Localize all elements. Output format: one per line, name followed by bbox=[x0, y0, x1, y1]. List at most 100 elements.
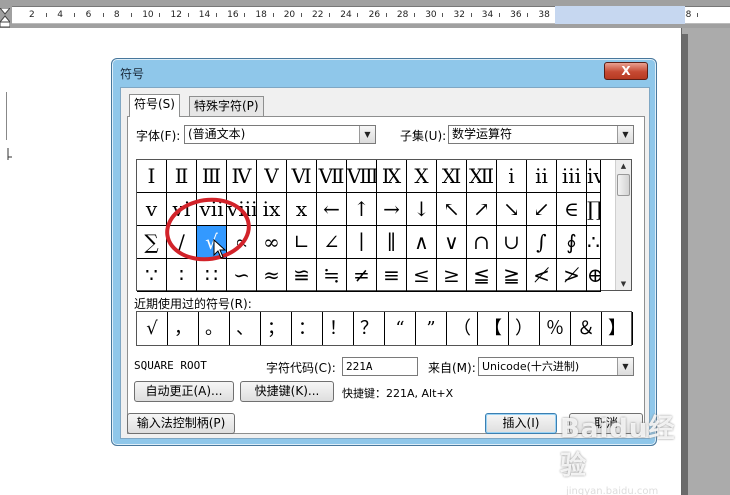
symbol-cell[interactable]: ↓ bbox=[407, 193, 437, 226]
symbol-cell[interactable]: ∨ bbox=[437, 226, 467, 259]
symbol-cell[interactable]: ⅱ bbox=[527, 160, 557, 193]
recent-symbol-cell[interactable]: ？ bbox=[354, 312, 385, 345]
symbol-cell[interactable]: ∴ bbox=[587, 226, 601, 259]
symbol-cell[interactable]: ∈ bbox=[557, 193, 587, 226]
ruler-tick bbox=[272, 13, 274, 17]
recent-symbol-cell[interactable]: 、 bbox=[230, 312, 261, 345]
symbol-cell[interactable]: ≈ bbox=[257, 259, 287, 292]
symbol-cell[interactable]: ∶ bbox=[167, 259, 197, 292]
symbol-cell[interactable]: ∮ bbox=[557, 226, 587, 259]
symbol-cell[interactable]: ↙ bbox=[527, 193, 557, 226]
ruler-tick bbox=[329, 13, 331, 17]
symbol-cell[interactable]: ⊕ bbox=[587, 259, 601, 292]
indent-marker-icon[interactable] bbox=[0, 8, 10, 28]
symbol-cell[interactable]: Ⅲ bbox=[197, 160, 227, 193]
recent-symbol-cell[interactable]: ， bbox=[168, 312, 199, 345]
insert-button[interactable]: 插入(I) bbox=[485, 413, 557, 434]
symbol-cell[interactable]: ∞ bbox=[257, 226, 287, 259]
symbol-cell[interactable]: ∧ bbox=[407, 226, 437, 259]
symbol-cell[interactable]: ≦ bbox=[467, 259, 497, 292]
recent-symbol-cell[interactable]: ” bbox=[416, 312, 447, 345]
scroll-down-icon[interactable]: ▼ bbox=[616, 278, 631, 290]
tab-special-characters[interactable]: 特殊字符(P) bbox=[189, 96, 264, 116]
scroll-up-icon[interactable]: ▲ bbox=[616, 160, 631, 172]
symbol-cell[interactable]: ∷ bbox=[197, 259, 227, 292]
char-code-input[interactable]: 221A bbox=[342, 357, 418, 376]
symbol-cell[interactable]: ∟ bbox=[287, 226, 317, 259]
chevron-down-icon[interactable]: ▼ bbox=[617, 126, 633, 143]
symbol-cell[interactable]: Ⅸ bbox=[377, 160, 407, 193]
recent-symbol-cell[interactable]: ； bbox=[261, 312, 292, 345]
symbol-cell[interactable]: ∣ bbox=[347, 226, 377, 259]
symbol-cell[interactable]: Ⅱ bbox=[167, 160, 197, 193]
symbol-cell[interactable]: ← bbox=[317, 193, 347, 226]
symbol-cell[interactable]: Ⅴ bbox=[257, 160, 287, 193]
symbol-cell[interactable]: ↘ bbox=[497, 193, 527, 226]
symbol-cell[interactable]: ≥ bbox=[437, 259, 467, 292]
symbol-cell[interactable]: ≌ bbox=[287, 259, 317, 292]
symbol-cell[interactable]: ∏ bbox=[587, 193, 601, 226]
symbol-cell[interactable]: ↗ bbox=[467, 193, 497, 226]
ruler-number: 28 bbox=[396, 10, 409, 20]
symbol-cell[interactable]: ∫ bbox=[527, 226, 557, 259]
subset-select[interactable]: 数学运算符 ▼ bbox=[448, 125, 634, 144]
recent-symbol-cell[interactable]: ！ bbox=[323, 312, 354, 345]
recent-symbol-cell[interactable]: 】 bbox=[602, 312, 633, 345]
ime-control-button[interactable]: 输入法控制柄(P) bbox=[127, 413, 235, 434]
autocorrect-button[interactable]: 自动更正(A)... bbox=[134, 381, 234, 402]
recent-symbol-cell[interactable]: ％ bbox=[540, 312, 571, 345]
symbol-cell[interactable]: ⅹ bbox=[287, 193, 317, 226]
chevron-down-icon[interactable]: ▼ bbox=[359, 126, 375, 143]
symbol-cell[interactable]: ≒ bbox=[317, 259, 347, 292]
symbol-cell[interactable]: Ⅻ bbox=[467, 160, 497, 193]
symbol-cell[interactable]: Ⅷ bbox=[347, 160, 377, 193]
recent-symbol-cell[interactable]: “ bbox=[385, 312, 416, 345]
recent-symbol-cell[interactable]: ＆ bbox=[571, 312, 602, 345]
symbol-cell[interactable]: ≡ bbox=[377, 259, 407, 292]
recent-symbol-cell[interactable]: √ bbox=[137, 312, 168, 345]
from-select[interactable]: Unicode(十六进制) ▼ bbox=[478, 357, 634, 376]
symbol-cell[interactable]: ∑ bbox=[137, 226, 167, 259]
symbol-cell[interactable]: ≮ bbox=[527, 259, 557, 292]
symbol-cell[interactable]: ↑ bbox=[347, 193, 377, 226]
recent-symbol-cell[interactable]: ： bbox=[292, 312, 323, 345]
symbol-cell[interactable]: ⅸ bbox=[257, 193, 287, 226]
symbol-cell[interactable]: Ⅶ bbox=[317, 160, 347, 193]
symbol-cell[interactable]: → bbox=[377, 193, 407, 226]
symbol-cell[interactable]: Ⅹ bbox=[407, 160, 437, 193]
symbol-grid-scrollbar[interactable]: ▲ ▼ bbox=[615, 160, 631, 290]
symbol-cell[interactable]: ⅲ bbox=[557, 160, 587, 193]
symbol-cell[interactable]: Ⅺ bbox=[437, 160, 467, 193]
symbol-cell[interactable]: Ⅵ bbox=[287, 160, 317, 193]
symbol-cell[interactable]: Ⅰ bbox=[137, 160, 167, 193]
symbol-cell[interactable]: ↖ bbox=[437, 193, 467, 226]
close-button[interactable]: X bbox=[604, 62, 648, 80]
recent-symbol-cell[interactable]: ） bbox=[509, 312, 540, 345]
ruler-number: 12 bbox=[170, 10, 182, 20]
chevron-down-icon[interactable]: ▼ bbox=[617, 358, 633, 375]
symbol-cell[interactable]: ⅴ bbox=[137, 193, 167, 226]
recent-symbol-cell[interactable]: （ bbox=[447, 312, 478, 345]
symbol-cell[interactable]: ≠ bbox=[347, 259, 377, 292]
subset-label: 子集(U): bbox=[400, 129, 447, 143]
symbol-cell[interactable]: ∪ bbox=[497, 226, 527, 259]
scroll-thumb[interactable] bbox=[617, 174, 630, 196]
symbol-cell[interactable]: Ⅳ bbox=[227, 160, 257, 193]
symbol-cell[interactable]: ≧ bbox=[497, 259, 527, 292]
tab-symbols[interactable]: 符号(S) bbox=[129, 94, 180, 117]
symbol-cell[interactable]: ∽ bbox=[227, 259, 257, 292]
symbol-cell[interactable]: ∠ bbox=[317, 226, 347, 259]
recent-symbol-cell[interactable]: 。 bbox=[199, 312, 230, 345]
symbol-cell[interactable]: ≤ bbox=[407, 259, 437, 292]
subset-select-value: 数学运算符 bbox=[452, 127, 513, 141]
recent-symbol-cell[interactable]: 【 bbox=[478, 312, 509, 345]
symbol-cell[interactable]: ∥ bbox=[377, 226, 407, 259]
font-select[interactable]: (普通文本) ▼ bbox=[184, 125, 376, 144]
symbol-cell[interactable]: ≯ bbox=[557, 259, 587, 292]
symbol-cell[interactable]: ⅰ bbox=[497, 160, 527, 193]
ruler-tick bbox=[498, 13, 500, 17]
symbol-cell[interactable]: ⅳ bbox=[587, 160, 601, 193]
symbol-cell[interactable]: ∩ bbox=[467, 226, 497, 259]
symbol-cell[interactable]: ∵ bbox=[137, 259, 167, 292]
shortcut-key-button[interactable]: 快捷键(K)... bbox=[240, 381, 334, 402]
